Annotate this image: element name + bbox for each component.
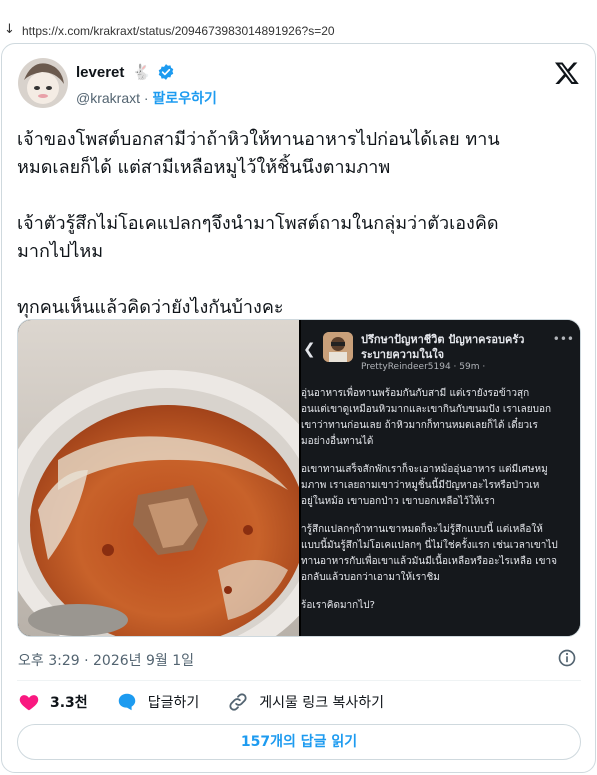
post-line: อยู่ในหม้อ เขาบอกป่าว เขาบอกเหลือไว้ให้เ… <box>301 496 495 507</box>
like-count: 3.3천 <box>50 695 88 711</box>
tweet-line: มากไปไหม <box>17 241 104 262</box>
divider <box>17 680 581 681</box>
author-badges: 🐇 <box>132 63 175 81</box>
url-text[interactable]: https://x.com/krakraxt/status/2094673983… <box>22 24 335 38</box>
download-arrow-icon: ↓ <box>4 22 15 37</box>
verified-badge-icon <box>158 64 173 80</box>
post-line: มภาพ เราเลยถามเขาว่าหมูชิ้นนี้มีปัญหาอะไ… <box>301 480 540 491</box>
browser-url-bar[interactable]: ↓ https://x.com/krakraxt/status/20946739… <box>0 0 597 42</box>
group-avatar <box>323 332 353 362</box>
tweet-line: เจ้าของโพสต์บอกสามีว่าถ้าหิวให้ทานอาหารไ… <box>17 129 500 150</box>
link-icon <box>229 693 247 711</box>
copy-link-button[interactable]: 게시물 링크 복사하기 <box>227 691 384 713</box>
post-line: ร้อเราคิดมากไป? <box>301 600 375 611</box>
action-bar: 3.3천 답글하기 게시물 링크 복사하기 <box>18 690 412 714</box>
post-line: อกลับแล้วบอกว่าเอามาให้เราชิม <box>301 572 440 583</box>
post-line: อนแต่เขาดูเหมือนหิวมากและเขากินกับขนมปัง… <box>301 404 552 415</box>
post-line: อุ่นอาหารเพื่อทานพร้อมกันกับสามี แต่เราย… <box>301 388 530 399</box>
group-title-line: ปรึกษาปัญหาชีวิต ปัญหาครอบครัว <box>361 333 525 346</box>
tweet-line: หมดเลยก็ได้ แต่สามีเหลือหมูไว้ให้ชิ้นนึง… <box>17 157 391 178</box>
reply-bubble-icon <box>118 693 135 711</box>
back-arrow-icon: ❮ <box>303 340 316 358</box>
like-button[interactable]: 3.3천 <box>18 691 88 713</box>
post-line: ทานอาหารกับเพื่อเขาแล้วมันมีเนื้อเหลือหร… <box>301 556 557 567</box>
author-handle[interactable]: @krakraxt <box>76 90 140 106</box>
tweet-media[interactable]: ❮ ปรึกษาปัญหาชีวิต ปัญหาครอบครัว ระบายคว… <box>17 319 581 637</box>
post-line: เขาว่าทานก่อนเลย ถ้าหิวมากก็ทานหมดเลยก็ไ… <box>301 420 538 431</box>
reply-button[interactable]: 답글하기 <box>116 691 200 713</box>
food-photo[interactable] <box>18 320 338 636</box>
separator-dot: · <box>143 90 149 106</box>
follow-button[interactable]: 팔로우하기 <box>152 90 216 106</box>
share-label: 게시물 링크 복사하기 <box>259 695 385 711</box>
tweet-line: เจ้าตัวรู้สึกไม่โอเคแปลกๆจึงนำมาโพสต์ถาม… <box>17 213 499 234</box>
avatar[interactable] <box>18 58 68 108</box>
post-body: อุ่นอาหารเพื่อทานพร้อมกันกับสามี แต่เราย… <box>301 386 580 614</box>
rabbit-emoji: 🐇 <box>132 63 151 81</box>
group-title-line: ระบายความในใจ <box>361 348 445 361</box>
post-line: อเขาทานเสร็จสักพักเราก็จะเอาหม้ออุ่นอาหา… <box>301 464 548 475</box>
facebook-post-screenshot[interactable]: ❮ ปรึกษาปัญหาชีวิต ปัญหาครอบครัว ระบายคว… <box>301 320 580 636</box>
post-author: PrettyReindeer5194 · 59m · <box>361 362 486 372</box>
info-icon[interactable] <box>557 648 577 668</box>
heart-icon <box>19 695 39 711</box>
group-title: ปรึกษาปัญหาชีวิต ปัญหาครอบครัว ระบายความ… <box>361 332 561 362</box>
author-handle-row: @krakraxt · 팔로우하기 <box>76 88 217 108</box>
read-replies-button[interactable]: 157개의 답글 읽기 <box>17 724 581 760</box>
tweet-line: ทุกคนเห็นแล้วคิดว่ายังไงกันบ้างคะ <box>17 297 284 318</box>
reply-label: 답글하기 <box>147 695 200 711</box>
post-line: ารู้สึกแปลกๆถ้าทานเขาหมดก็จะไม่รู้สึกแบบ… <box>301 524 543 535</box>
x-logo-icon[interactable] <box>554 60 580 86</box>
more-options-icon: ••• <box>552 332 574 346</box>
post-line: แบบนี้มันรู้สึกไม่โอเคแปลกๆ นี่ไม่ใช่ครั… <box>301 540 558 551</box>
author-display-name[interactable]: leveret <box>76 64 124 81</box>
tweet-timestamp[interactable]: 오후 3:29 · 2026년 9월 1일 <box>18 650 194 670</box>
tweet-text: เจ้าของโพสต์บอกสามีว่าถ้าหิวให้ทานอาหารไ… <box>17 126 582 322</box>
post-line: มอย่างอื่นทานได้ <box>301 436 374 447</box>
